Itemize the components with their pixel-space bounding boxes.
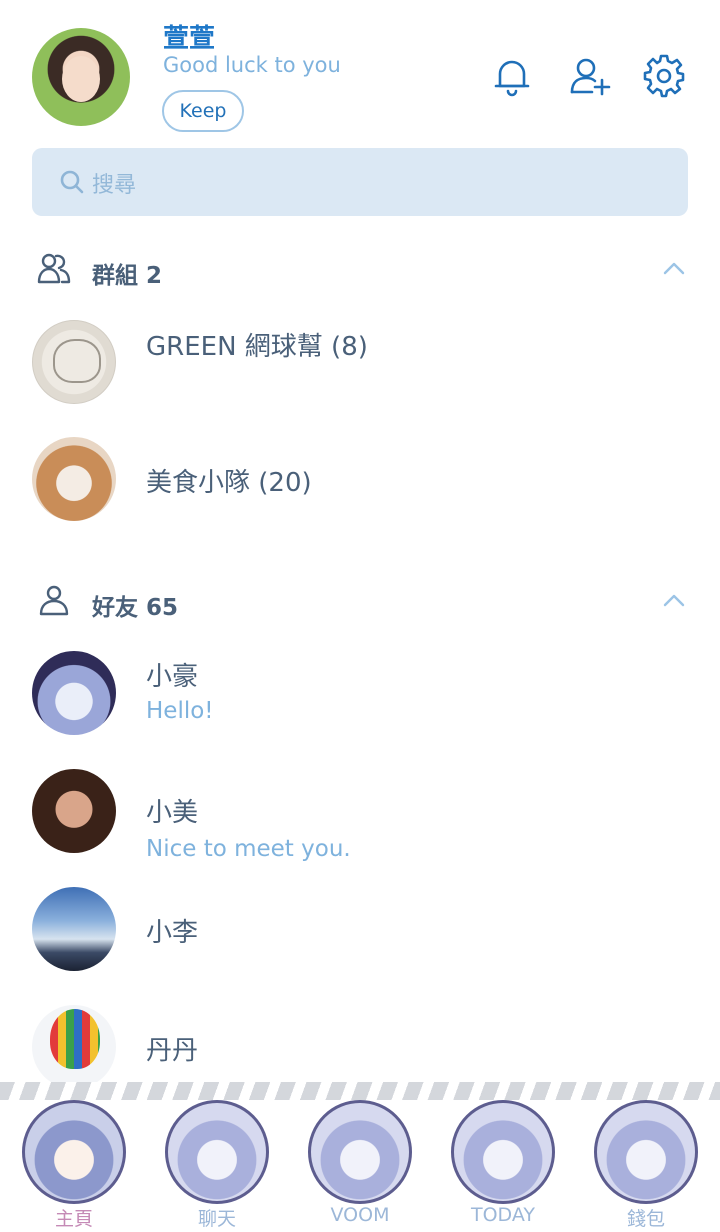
chevron-up-icon[interactable] (662, 260, 686, 276)
home-tab-icon (22, 1100, 126, 1204)
chevron-up-icon[interactable] (662, 592, 686, 608)
friend-message: Nice to meet you. (146, 836, 351, 862)
gear-icon[interactable] (642, 54, 686, 98)
friend-row[interactable]: 丹丹 (0, 1004, 720, 1082)
nav-label-today: TODAY (471, 1204, 535, 1226)
wallet-tab-icon (594, 1100, 698, 1204)
groups-section-header[interactable]: 群組 2 (0, 242, 720, 292)
friend-name: 小美 (146, 798, 199, 828)
friends-section-header[interactable]: 好友 65 (0, 574, 720, 624)
search-bar[interactable]: 搜尋 (32, 148, 688, 216)
friend-avatar (32, 651, 116, 735)
groups-title: 群組 2 (92, 263, 163, 289)
friends-title: 好友 65 (92, 595, 179, 621)
friend-name: 丹丹 (146, 1036, 199, 1066)
profile-status[interactable]: Good luck to you (163, 53, 341, 77)
add-friend-icon[interactable] (568, 54, 612, 98)
friend-avatar (32, 1005, 116, 1082)
friend-name: 小李 (146, 918, 199, 948)
group-icon (36, 250, 72, 286)
group-avatar (32, 437, 116, 521)
nav-tab-today[interactable]: TODAY (451, 1100, 555, 1232)
nav-tab-chat[interactable]: 聊天 (165, 1100, 269, 1232)
search-icon (58, 168, 86, 196)
friend-row[interactable]: 小美 Nice to meet you. (0, 768, 720, 862)
friend-avatar (32, 769, 116, 853)
nav-tab-voom[interactable]: VOOM (308, 1100, 412, 1232)
group-name: 美食小隊 (20) (146, 468, 312, 498)
voom-tab-icon (308, 1100, 412, 1204)
nav-label-wallet: 錢包 (626, 1208, 665, 1230)
keep-button[interactable]: Keep (162, 90, 244, 132)
nav-label-home: 主頁 (54, 1208, 93, 1230)
nav-tab-home[interactable]: 主頁 (22, 1100, 126, 1232)
group-row[interactable]: 美食小隊 (20) (0, 436, 720, 524)
profile-name[interactable]: 萱萱 (163, 18, 215, 55)
nav-divider (0, 1082, 720, 1100)
friend-icon (36, 582, 72, 618)
friend-message: Hello! (146, 698, 214, 724)
group-avatar (32, 320, 116, 404)
friend-row[interactable]: 小李 (0, 886, 720, 974)
profile-avatar[interactable] (32, 28, 130, 126)
search-placeholder: 搜尋 (92, 173, 137, 198)
friend-avatar (32, 887, 116, 971)
friend-name: 小豪 (146, 662, 199, 692)
group-name: GREEN 網球幫 (8) (146, 332, 368, 362)
bell-icon[interactable] (490, 54, 534, 98)
nav-label-chat: 聊天 (197, 1208, 236, 1230)
friend-row[interactable]: 小豪 Hello! (0, 650, 720, 738)
today-tab-icon (451, 1100, 555, 1204)
group-row[interactable]: GREEN 網球幫 (8) (0, 318, 720, 406)
nav-tab-wallet[interactable]: 錢包 (594, 1100, 698, 1232)
nav-label-voom: VOOM (330, 1204, 390, 1226)
chat-tab-icon (165, 1100, 269, 1204)
